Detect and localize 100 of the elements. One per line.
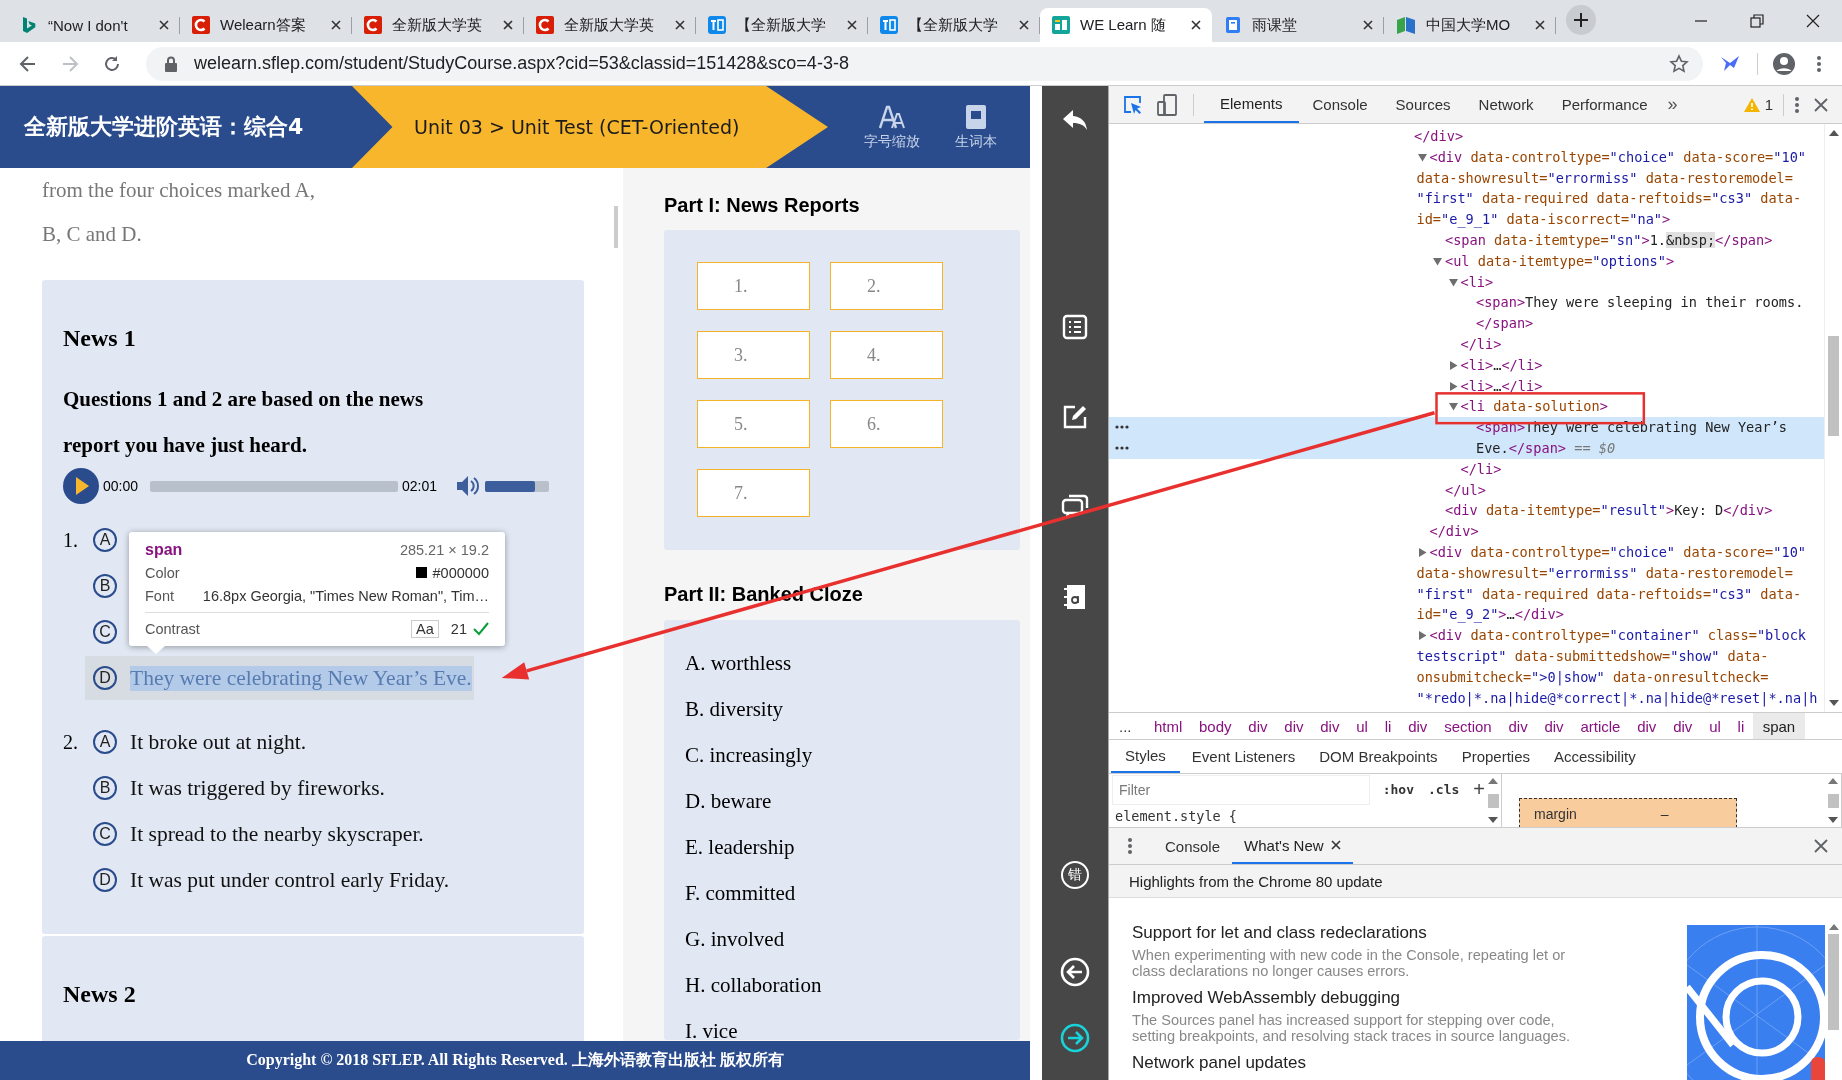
article-title[interactable]: Network panel updates <box>1132 1052 1306 1074</box>
back-arrow-icon[interactable] <box>1061 108 1089 132</box>
code-line[interactable]: <span data-itemtype="sn">1.&nbsp;</span> <box>1445 230 1773 251</box>
scrollbar-thumb[interactable] <box>1487 793 1499 808</box>
dictionary-icon[interactable] <box>1063 583 1087 611</box>
code-line[interactable]: <li data-solution> <box>1460 396 1608 418</box>
star-icon[interactable] <box>1669 53 1689 74</box>
panel-tab[interactable]: Accessibility <box>1542 740 1648 773</box>
answer-field[interactable]: 2. <box>830 262 943 310</box>
collapse-arrow-icon[interactable] <box>1448 277 1458 287</box>
code-line[interactable]: <div data-controltype="choice" data-score="10" <box>1429 541 1807 563</box>
code-line[interactable]: </ul> <box>1445 479 1486 501</box>
list-icon[interactable] <box>1062 314 1088 340</box>
collapse-arrow-icon[interactable] <box>1448 402 1458 412</box>
devtools-tab[interactable]: Sources <box>1381 86 1465 123</box>
code-line[interactable]: </div> <box>1414 126 1464 147</box>
progress-track[interactable] <box>150 480 399 492</box>
answer-option[interactable]: B It was triggered by fireworks. <box>85 766 387 810</box>
breadcrumb-item[interactable]: div <box>1536 713 1572 739</box>
breadcrumb-item[interactable]: li <box>1729 713 1753 739</box>
edit-icon[interactable] <box>1062 404 1088 430</box>
devtools-tab[interactable]: Network <box>1464 86 1548 123</box>
code-line[interactable]: </div> <box>1429 521 1479 542</box>
extension-icon[interactable] <box>1719 53 1741 74</box>
code-line[interactable]: <div data-itemtype="result">Key: D</div> <box>1445 500 1773 522</box>
volume-track[interactable] <box>485 480 550 492</box>
answer-field[interactable]: 6. <box>830 400 943 448</box>
menu-icon[interactable] <box>1127 836 1133 856</box>
browser-tab[interactable]: 【全新版大学 <box>696 8 868 42</box>
play-button[interactable] <box>63 468 99 504</box>
code-line[interactable]: testscript" data-submittedshow="show" data- <box>1416 645 1769 667</box>
answer-option[interactable]: B <box>85 564 119 608</box>
code-line[interactable]: data-showresult="errormiss" data-restoremodel= <box>1416 167 1793 189</box>
code-line[interactable]: <li> <box>1460 271 1494 293</box>
answer-option[interactable]: A <box>85 518 119 562</box>
close-icon[interactable] <box>1534 19 1546 31</box>
close-icon[interactable] <box>158 19 170 31</box>
browser-tab[interactable]: 全新版大学英 <box>524 8 696 42</box>
code-line[interactable]: <ul data-itemtype="options"> <box>1445 250 1675 272</box>
answer-option[interactable]: C It spread to the nearby skyscraper. <box>85 812 426 856</box>
scroll-up-icon[interactable] <box>1488 778 1498 784</box>
warnings-counter[interactable]: 1 <box>1743 96 1773 113</box>
inspect-icon[interactable] <box>1123 94 1143 115</box>
breadcrumb-item[interactable]: div <box>1664 713 1701 739</box>
code-line[interactable]: </li> <box>1460 458 1502 480</box>
browser-tab[interactable]: 全新版大学英 <box>352 8 524 42</box>
breadcrumb-overflow[interactable]: ... <box>1119 713 1132 739</box>
close-icon[interactable] <box>1814 839 1828 853</box>
panel-tab[interactable]: DOM Breakpoints <box>1307 740 1450 773</box>
expand-arrow-icon[interactable] <box>1417 547 1427 557</box>
article-title[interactable]: Improved WebAssembly debugging <box>1132 987 1401 1009</box>
devtools-tab[interactable]: Elements <box>1204 86 1299 123</box>
scrollbar-thumb[interactable] <box>1828 336 1839 436</box>
scrollbar-thumb[interactable] <box>614 206 618 248</box>
browser-tab[interactable]: 【全新版大学 <box>868 8 1040 42</box>
breadcrumb-item[interactable]: div <box>1311 713 1348 739</box>
address-bar[interactable]: welearn.sflep.com/student/StudyCourse.aspx?cid=53&classid=151428&sco=4-3-8 <box>146 46 1703 81</box>
code-line[interactable]: id="e_9_2">…</div> <box>1416 604 1564 626</box>
breadcrumb-item[interactable]: ul <box>1700 713 1730 739</box>
breadcrumb-item[interactable]: div <box>1399 713 1436 739</box>
code-line[interactable]: <div data-controltype="choice" data-score="10" <box>1429 146 1807 168</box>
browser-tab[interactable]: Welearn答案 <box>180 8 352 42</box>
volume-icon[interactable] <box>455 474 482 498</box>
code-line[interactable]: </li> <box>1460 333 1502 355</box>
answer-field[interactable]: 1. <box>697 262 810 310</box>
close-icon[interactable] <box>1330 840 1341 850</box>
close-icon[interactable] <box>1362 19 1374 31</box>
collapse-arrow-icon[interactable] <box>1417 152 1427 162</box>
browser-tab[interactable]: 雨课堂 <box>1212 8 1384 42</box>
scroll-down-icon[interactable] <box>1828 817 1838 823</box>
device-icon[interactable] <box>1157 93 1177 116</box>
close-icon[interactable] <box>330 19 342 31</box>
answer-field[interactable]: 7. <box>697 469 810 517</box>
answer-field[interactable]: 4. <box>830 331 943 379</box>
expand-arrow-icon[interactable] <box>1448 381 1458 391</box>
code-line[interactable]: </span> <box>1476 313 1534 334</box>
menu-icon[interactable] <box>1794 94 1800 115</box>
breadcrumb-item[interactable]: body <box>1190 713 1240 739</box>
answer-option[interactable]: C <box>85 610 119 654</box>
answer-field[interactable]: 5. <box>697 400 810 448</box>
header-tool-button[interactable]: 生词本 <box>946 103 1006 151</box>
back-icon[interactable] <box>18 53 38 74</box>
close-icon[interactable] <box>502 19 514 31</box>
back-circle-icon[interactable] <box>1060 957 1090 987</box>
breadcrumb-item[interactable]: html <box>1145 713 1191 739</box>
close-icon[interactable] <box>674 19 686 31</box>
article-title[interactable]: Support for let and class redeclarations <box>1132 922 1427 944</box>
forward-circle-icon[interactable] <box>1060 1023 1090 1053</box>
panel-tab[interactable]: Styles <box>1111 740 1180 773</box>
new-rule-button[interactable]: + <box>1473 778 1485 801</box>
close-icon[interactable] <box>1814 97 1828 112</box>
more-icon[interactable] <box>1115 445 1129 450</box>
devtools-tab[interactable]: Console <box>1298 86 1382 123</box>
code-line[interactable]: <li>…</li> <box>1460 375 1543 397</box>
browser-tab[interactable]: “Now I don't <box>8 8 180 42</box>
scroll-up-icon[interactable] <box>1828 778 1838 784</box>
breadcrumb-item[interactable]: span <box>1752 713 1806 739</box>
breadcrumb-item[interactable]: section <box>1435 713 1501 739</box>
breadcrumb-item[interactable]: div <box>1500 713 1537 739</box>
mistakes-button[interactable]: 错 <box>1061 861 1089 889</box>
